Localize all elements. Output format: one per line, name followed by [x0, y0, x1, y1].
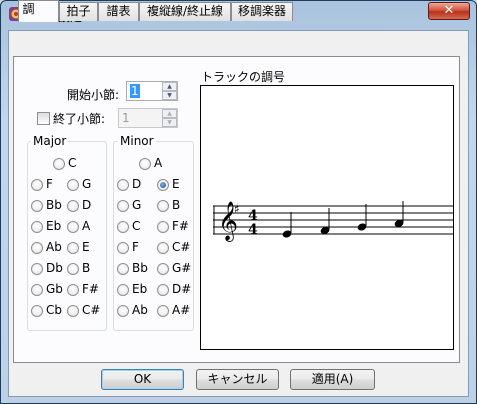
- minor-radio[interactable]: [117, 179, 129, 191]
- major-radio[interactable]: [31, 305, 43, 317]
- end-measure-label: 終了小節:: [53, 112, 106, 126]
- major-radio[interactable]: [31, 242, 43, 254]
- minor-label: Minor: [118, 134, 156, 148]
- tab-staff-label: 譜表: [106, 4, 131, 18]
- minor-radio-label: D: [132, 177, 142, 191]
- tab-key[interactable]: 調: [18, 0, 59, 22]
- minor-radio[interactable]: [157, 221, 169, 233]
- major-radio[interactable]: [67, 221, 79, 233]
- apply-button[interactable]: 適用(A): [290, 369, 375, 390]
- minor-radio[interactable]: [117, 221, 129, 233]
- major-radio-label: Db: [46, 261, 63, 275]
- minor-radio[interactable]: [157, 179, 169, 191]
- cancel-button[interactable]: キャンセル: [196, 369, 279, 390]
- major-radio[interactable]: [31, 179, 43, 191]
- minor-radio[interactable]: [157, 200, 169, 212]
- spin-up-icon[interactable]: ▲: [162, 109, 177, 118]
- major-radio-label: F: [46, 177, 53, 191]
- major-radio-label: F#: [82, 282, 99, 296]
- major-radio[interactable]: [31, 200, 43, 212]
- tab-barlines-label: 複縦線/終止線: [146, 4, 224, 18]
- spin-down-icon[interactable]: ▼: [162, 118, 177, 127]
- minor-radio-label: A#: [172, 303, 191, 317]
- major-radio[interactable]: [67, 242, 79, 254]
- start-measure-value: 1: [130, 84, 140, 98]
- minor-radio-label: C#: [172, 240, 191, 254]
- tab-key-label: 調: [22, 2, 35, 16]
- minor-radio[interactable]: [117, 284, 129, 296]
- minor-radio-label: B: [172, 198, 181, 212]
- tab-barlines[interactable]: 複縦線/終止線: [139, 2, 231, 21]
- close-button[interactable]: ✕: [428, 2, 470, 20]
- tab-staff[interactable]: 譜表: [98, 2, 139, 21]
- major-radio-label: Ab: [46, 240, 62, 254]
- time-sig-bottom: 4: [248, 222, 258, 238]
- major-radio-label: C: [68, 156, 77, 170]
- spin-up-icon[interactable]: ▲: [162, 82, 177, 91]
- minor-radio-label: E: [172, 177, 180, 191]
- start-measure-spinner[interactable]: 1 ▲ ▼: [126, 81, 178, 101]
- major-radio-label: Eb: [46, 219, 62, 233]
- staff-svg: 𝄞 ♯ 4 4: [213, 201, 453, 242]
- major-radio[interactable]: [31, 263, 43, 275]
- minor-radio-label: Bb: [132, 261, 148, 275]
- major-radio[interactable]: [67, 200, 79, 212]
- end-measure-value: 1: [122, 111, 130, 125]
- minor-radio-label: C: [132, 219, 141, 233]
- sharp-icon: ♯: [234, 202, 240, 216]
- minor-radio[interactable]: [117, 242, 129, 254]
- minor-radio-label: F#: [172, 219, 189, 233]
- major-radio[interactable]: [67, 284, 79, 296]
- major-label: Major: [31, 134, 69, 148]
- tab-transposing-instruments-label: 移調楽器: [237, 4, 286, 18]
- major-radio-label: B: [82, 261, 91, 275]
- major-radio[interactable]: [31, 284, 43, 296]
- major-radio[interactable]: [67, 305, 79, 317]
- minor-radio-label: Eb: [132, 282, 148, 296]
- track-key-label: トラックの調号: [201, 70, 286, 84]
- major-radio[interactable]: [31, 221, 43, 233]
- close-icon: ✕: [443, 3, 455, 18]
- major-radio[interactable]: [53, 158, 65, 170]
- minor-radio-label: D#: [172, 282, 192, 296]
- minor-radio-label: Ab: [132, 303, 148, 317]
- major-radio-label: E: [82, 240, 90, 254]
- minor-radio[interactable]: [117, 263, 129, 275]
- major-radio-label: Bb: [46, 198, 62, 212]
- start-measure-label: 開始小節:: [67, 88, 120, 102]
- major-radio-label: D: [82, 198, 92, 212]
- major-radio-label: C#: [82, 303, 101, 317]
- minor-radio[interactable]: [117, 305, 129, 317]
- minor-radio[interactable]: [157, 305, 169, 317]
- minor-radio[interactable]: [157, 263, 169, 275]
- minor-radio[interactable]: [117, 200, 129, 212]
- tab-transposing-instruments[interactable]: 移調楽器: [231, 2, 293, 21]
- minor-radio-label: A: [154, 156, 163, 170]
- minor-radio[interactable]: [157, 242, 169, 254]
- major-radio[interactable]: [67, 179, 79, 191]
- minor-radio-label: F: [132, 240, 139, 254]
- major-radio-label: Gb: [46, 282, 63, 296]
- key-signature-preview: 𝄞 ♯ 4 4: [200, 85, 454, 350]
- spin-down-icon[interactable]: ▼: [162, 91, 177, 100]
- ok-button[interactable]: OK: [101, 369, 184, 390]
- end-measure-checkbox[interactable]: [37, 112, 50, 125]
- minor-radio[interactable]: [157, 284, 169, 296]
- minor-radio-label: G: [132, 198, 142, 212]
- minor-radio[interactable]: [139, 158, 151, 170]
- major-radio-label: G: [82, 177, 92, 191]
- major-radio[interactable]: [67, 263, 79, 275]
- major-radio-label: A: [82, 219, 91, 233]
- end-measure-spinner[interactable]: 1 ▲ ▼: [118, 108, 178, 128]
- major-radio-label: Cb: [46, 303, 62, 317]
- tab-time-signature[interactable]: 拍子: [59, 2, 98, 21]
- minor-radio-label: G#: [172, 261, 192, 275]
- tab-time-signature-label: 拍子: [66, 4, 91, 18]
